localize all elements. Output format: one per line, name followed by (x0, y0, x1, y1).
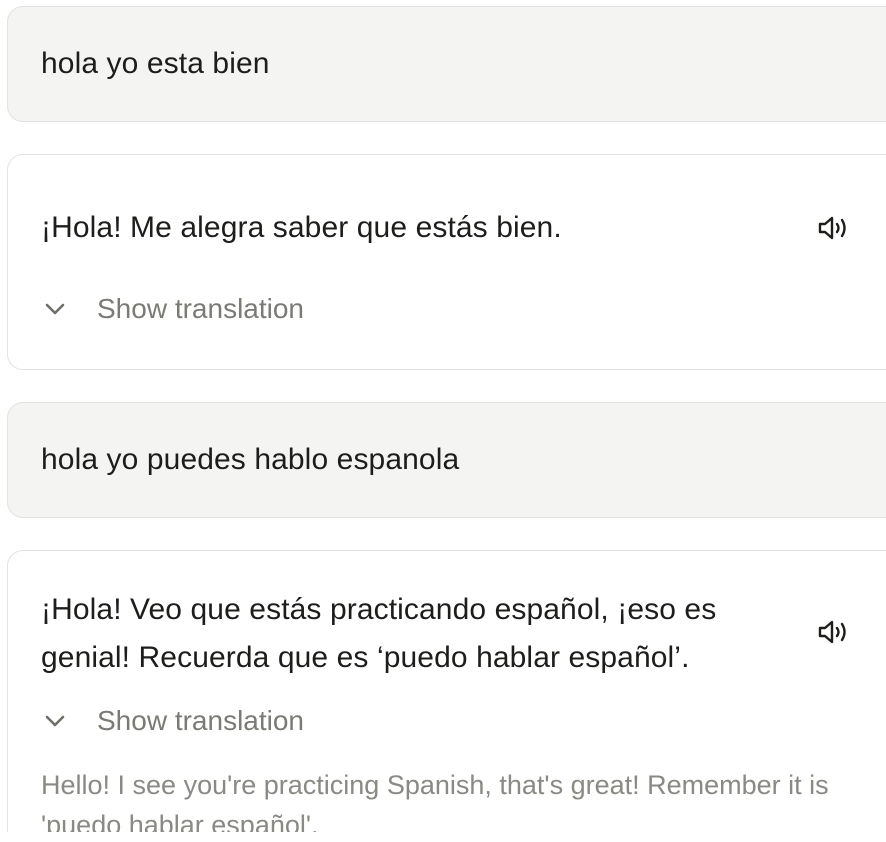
assistant-message: ¡Hola! Veo que estás practicando español… (7, 550, 886, 832)
speaker-icon (818, 216, 846, 240)
chevron-down-icon (45, 715, 65, 727)
translation-text: Hello! I see you're practicing Spanish, … (41, 770, 829, 832)
show-translation-label: Show translation (97, 705, 305, 736)
speaker-button[interactable] (818, 619, 850, 645)
show-translation-toggle[interactable]: Show translation (44, 293, 304, 325)
user-message: hola yo puedes hablo espanola (7, 402, 886, 518)
user-message: hola yo esta bien (7, 6, 886, 122)
user-message-text: hola yo esta bien (41, 47, 270, 80)
speaker-icon (818, 620, 846, 644)
assistant-message-text: ¡Hola! Me alegra saber que estás bien. (41, 211, 562, 244)
user-message-text: hola yo puedes hablo espanola (41, 443, 460, 476)
show-translation-label: Show translation (97, 293, 305, 324)
chevron-down-icon (45, 303, 65, 315)
assistant-message-text: ¡Hola! Veo que estás practicando español… (41, 593, 717, 674)
speaker-button[interactable] (818, 215, 850, 241)
show-translation-toggle[interactable]: Show translation (44, 705, 304, 737)
chat-viewport[interactable]: hola yo esta bien ¡Hola! Me alegra saber… (0, 0, 886, 832)
assistant-message: ¡Hola! Me alegra saber que estás bien. S… (7, 154, 886, 370)
